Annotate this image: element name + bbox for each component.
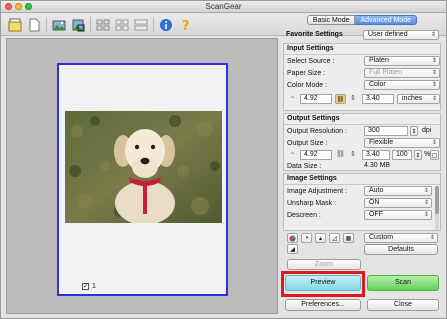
threshold-icon[interactable]: ◢ — [287, 244, 298, 254]
histogram-icon[interactable]: ▴ — [315, 233, 326, 243]
preset-select[interactable]: Custom — [364, 233, 438, 243]
photo-auto-crop-icon[interactable] — [50, 16, 67, 33]
favorite-settings-row: Favorite Settings User defined — [283, 29, 441, 41]
select-source-select[interactable]: Platen — [364, 56, 440, 66]
output-aspect-icon[interactable]: ▢ — [430, 150, 439, 160]
svg-text:?: ? — [182, 19, 190, 32]
image-settings-section: Image Settings Image Adjustment : Auto U… — [283, 173, 441, 231]
image-adjustment-label: Image Adjustment : — [287, 187, 347, 195]
descreen-select[interactable]: OFF — [364, 210, 432, 220]
data-size-row: Data Size : — [287, 161, 437, 171]
favorite-settings-label: Favorite Settings — [286, 31, 343, 38]
saturation-color-balance-icon[interactable] — [287, 233, 298, 243]
paper-size-select[interactable]: Full Platen — [364, 68, 440, 78]
page-number: 1 — [92, 283, 96, 290]
defaults-button[interactable]: Defaults — [364, 244, 438, 255]
help-icon[interactable]: ? — [177, 16, 194, 33]
color-mode-label: Color Mode : — [287, 81, 328, 89]
data-size-label: Data Size : — [287, 162, 322, 170]
output-height-field[interactable]: 3.40 — [362, 150, 390, 160]
input-settings-section: Input Settings Select Source : Platen Pa… — [283, 43, 441, 111]
zoom-button[interactable]: Zoom — [287, 259, 361, 270]
unsharp-mask-label: Unsharp Mask : — [287, 199, 337, 207]
tab-basic-mode[interactable]: Basic Mode — [306, 15, 356, 25]
thumbnail-icon[interactable] — [94, 16, 111, 33]
brightness-contrast-icon[interactable]: ◑ — [301, 233, 312, 243]
data-size-value: 4.30 MB — [364, 162, 391, 169]
output-size-select[interactable]: Flexible — [364, 138, 440, 148]
scan-selection-frame[interactable] — [57, 63, 228, 296]
descreen-label: Descreen : — [287, 211, 321, 219]
final-review-icon[interactable]: ▦ — [343, 233, 354, 243]
photo-crop-icon[interactable] — [69, 16, 86, 33]
output-size-label: Output Size : — [287, 139, 328, 147]
input-settings-box: Input Settings Select Source : Platen Pa… — [283, 43, 441, 111]
open-document-icon[interactable] — [6, 16, 23, 33]
scan-button[interactable]: Scan — [367, 275, 439, 291]
input-width-field[interactable]: 4.92 — [300, 94, 332, 104]
preview-area[interactable]: ✓ 1 — [6, 38, 278, 314]
input-settings-title: Input Settings — [287, 45, 334, 52]
new-document-icon[interactable] — [25, 16, 42, 33]
color-mode-select[interactable]: Color — [364, 80, 440, 90]
input-height-field[interactable]: 3.40 — [362, 94, 394, 104]
image-settings-title: Image Settings — [287, 175, 337, 182]
link-icon: ⛓ — [336, 151, 345, 158]
multi-crop-icon[interactable] — [113, 16, 130, 33]
resolution-unit: dpi — [422, 127, 432, 134]
output-height-arrow-icon: ⇕ — [350, 151, 356, 158]
favorite-settings-select[interactable]: User defined — [363, 30, 439, 40]
resolution-stepper-icon[interactable]: ⇕ — [410, 126, 418, 136]
image-adjustment-select[interactable]: Auto — [364, 186, 432, 196]
page-select-checkbox[interactable]: ✓ — [82, 283, 89, 290]
scale-stepper-icon[interactable]: ⇕ — [414, 150, 422, 160]
unit-select[interactable]: inches — [397, 94, 440, 104]
dog-photo — [65, 111, 222, 223]
image-settings-box: Image Settings Image Adjustment : Auto U… — [283, 173, 441, 231]
mode-tabs: Basic Mode Advanced Mode — [283, 15, 441, 26]
close-button[interactable]: Close — [367, 299, 439, 311]
window-title: ScanGear — [205, 2, 242, 11]
output-resolution-field[interactable]: 300 — [364, 126, 408, 136]
output-settings-section: Output Settings Output Resolution : 300 … — [283, 113, 441, 171]
page-checkbox-row: ✓ 1 — [82, 283, 96, 290]
preview-button[interactable]: Preview — [285, 275, 361, 291]
multi-crop-all-icon[interactable] — [132, 16, 149, 33]
select-source-label: Select Source : — [287, 57, 335, 65]
output-settings-box: Output Settings Output Resolution : 300 … — [283, 113, 441, 171]
unsharp-mask-select[interactable]: ON — [364, 198, 432, 208]
output-width-field[interactable]: 4.92 — [300, 150, 332, 160]
tone-curve-icon[interactable]: ◿ — [329, 233, 340, 243]
output-settings-title: Output Settings — [287, 115, 340, 122]
output-resolution-label: Output Resolution : — [287, 127, 347, 135]
tab-advanced-mode[interactable]: Advanced Mode — [355, 15, 418, 25]
width-arrow-icon: ⇔ — [289, 94, 296, 101]
height-arrow-icon: ⇕ — [350, 95, 356, 102]
title-bar: ScanGear — [1, 1, 446, 13]
info-icon[interactable] — [157, 16, 174, 33]
paper-size-label: Paper Size : — [287, 69, 326, 77]
output-width-arrow-icon: ⇔ — [289, 150, 296, 157]
scroll-thumb[interactable] — [435, 186, 439, 214]
output-scale-field[interactable]: 100 — [392, 150, 412, 160]
aspect-lock-icon[interactable]: ⛓ — [335, 94, 346, 104]
image-settings-scrollbar[interactable] — [435, 186, 439, 230]
scangear-window: ScanGear ? ✓ 1 Basic Mode Advanced Mode … — [0, 0, 447, 319]
preferences-button[interactable]: Preferences... — [285, 299, 361, 311]
